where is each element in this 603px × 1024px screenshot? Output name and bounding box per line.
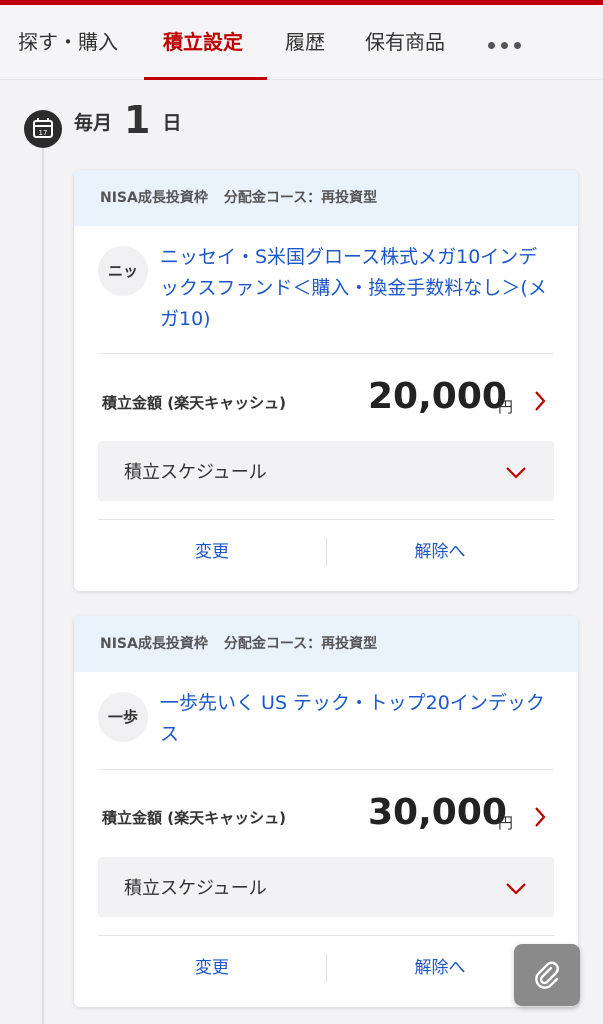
schedule-accordion[interactable]: 積立スケジュール xyxy=(98,441,554,501)
fund-badge: 一歩 xyxy=(98,692,148,742)
plan-card-header: NISA成長投資枠 分配金コース：再投資型 xyxy=(74,170,578,226)
tab-history[interactable]: 履歴 xyxy=(285,5,325,80)
attach-button[interactable] xyxy=(514,944,580,1006)
account-type: NISA成長投資枠 xyxy=(100,636,208,652)
distribution-course: 分配金コース：再投資型 xyxy=(223,636,378,652)
tab-search-purchase[interactable]: 探す・購入 xyxy=(18,5,118,80)
card-actions: 変更 解除へ xyxy=(98,936,554,1000)
day-number: 1 xyxy=(124,98,151,142)
divider xyxy=(98,769,554,770)
active-tab-indicator xyxy=(144,77,267,80)
chevron-right-icon[interactable] xyxy=(530,804,550,830)
chevron-down-icon xyxy=(506,467,526,479)
tab-bar: 探す・購入 積立設定 履歴 保有商品 xyxy=(0,5,603,80)
amount-label: 積立金額 (楽天キャッシュ) xyxy=(102,809,286,827)
paperclip-icon xyxy=(535,961,559,989)
tab-holdings[interactable]: 保有商品 xyxy=(365,5,445,80)
day-prefix: 毎月 xyxy=(74,112,113,134)
distribution-course: 分配金コース：再投資型 xyxy=(223,190,378,206)
fund-badge: ニッ xyxy=(98,246,148,296)
fund-name-link[interactable]: ニッセイ・S米国グロース株式メガ10インデックスファンド＜購入・換金手数料なし＞… xyxy=(160,242,554,335)
day-suffix: 日 xyxy=(162,112,182,134)
divider xyxy=(98,353,554,354)
plan-card-header: NISA成長投資枠 分配金コース：再投資型 xyxy=(74,616,578,672)
chevron-right-icon[interactable] xyxy=(530,388,550,414)
fund-name-link[interactable]: 一歩先いく US テック・トップ20インデックス xyxy=(160,688,554,750)
schedule-day-label: 毎月 1 日 xyxy=(74,98,181,158)
svg-text:17: 17 xyxy=(39,129,48,137)
amount-label: 積立金額 (楽天キャッシュ) xyxy=(102,394,286,412)
change-button[interactable]: 変更 xyxy=(98,936,326,1000)
amount-unit: 円 xyxy=(498,814,514,832)
timeline-line xyxy=(42,140,44,1024)
amount-unit: 円 xyxy=(498,398,514,416)
schedule-label: 積立スケジュール xyxy=(124,878,267,899)
schedule-accordion[interactable]: 積立スケジュール xyxy=(98,857,554,917)
plan-card: NISA成長投資枠 分配金コース：再投資型 一歩 一歩先いく US テック・トップ… xyxy=(74,616,578,1007)
card-actions: 変更 解除へ xyxy=(98,520,554,584)
amount-value[interactable]: 20,000 xyxy=(368,376,507,417)
calendar-icon: 17 xyxy=(24,110,62,148)
tab-accumulation-settings[interactable]: 積立設定 xyxy=(163,5,243,80)
chevron-down-icon xyxy=(506,883,526,895)
cancel-button[interactable]: 解除へ xyxy=(326,520,554,584)
schedule-label: 積立スケジュール xyxy=(124,462,267,483)
plan-card: NISA成長投資枠 分配金コース：再投資型 ニッ ニッセイ・S米国グロース株式メガ… xyxy=(74,170,578,591)
change-button[interactable]: 変更 xyxy=(98,520,326,584)
account-type: NISA成長投資枠 xyxy=(100,190,208,206)
amount-value[interactable]: 30,000 xyxy=(368,792,507,833)
